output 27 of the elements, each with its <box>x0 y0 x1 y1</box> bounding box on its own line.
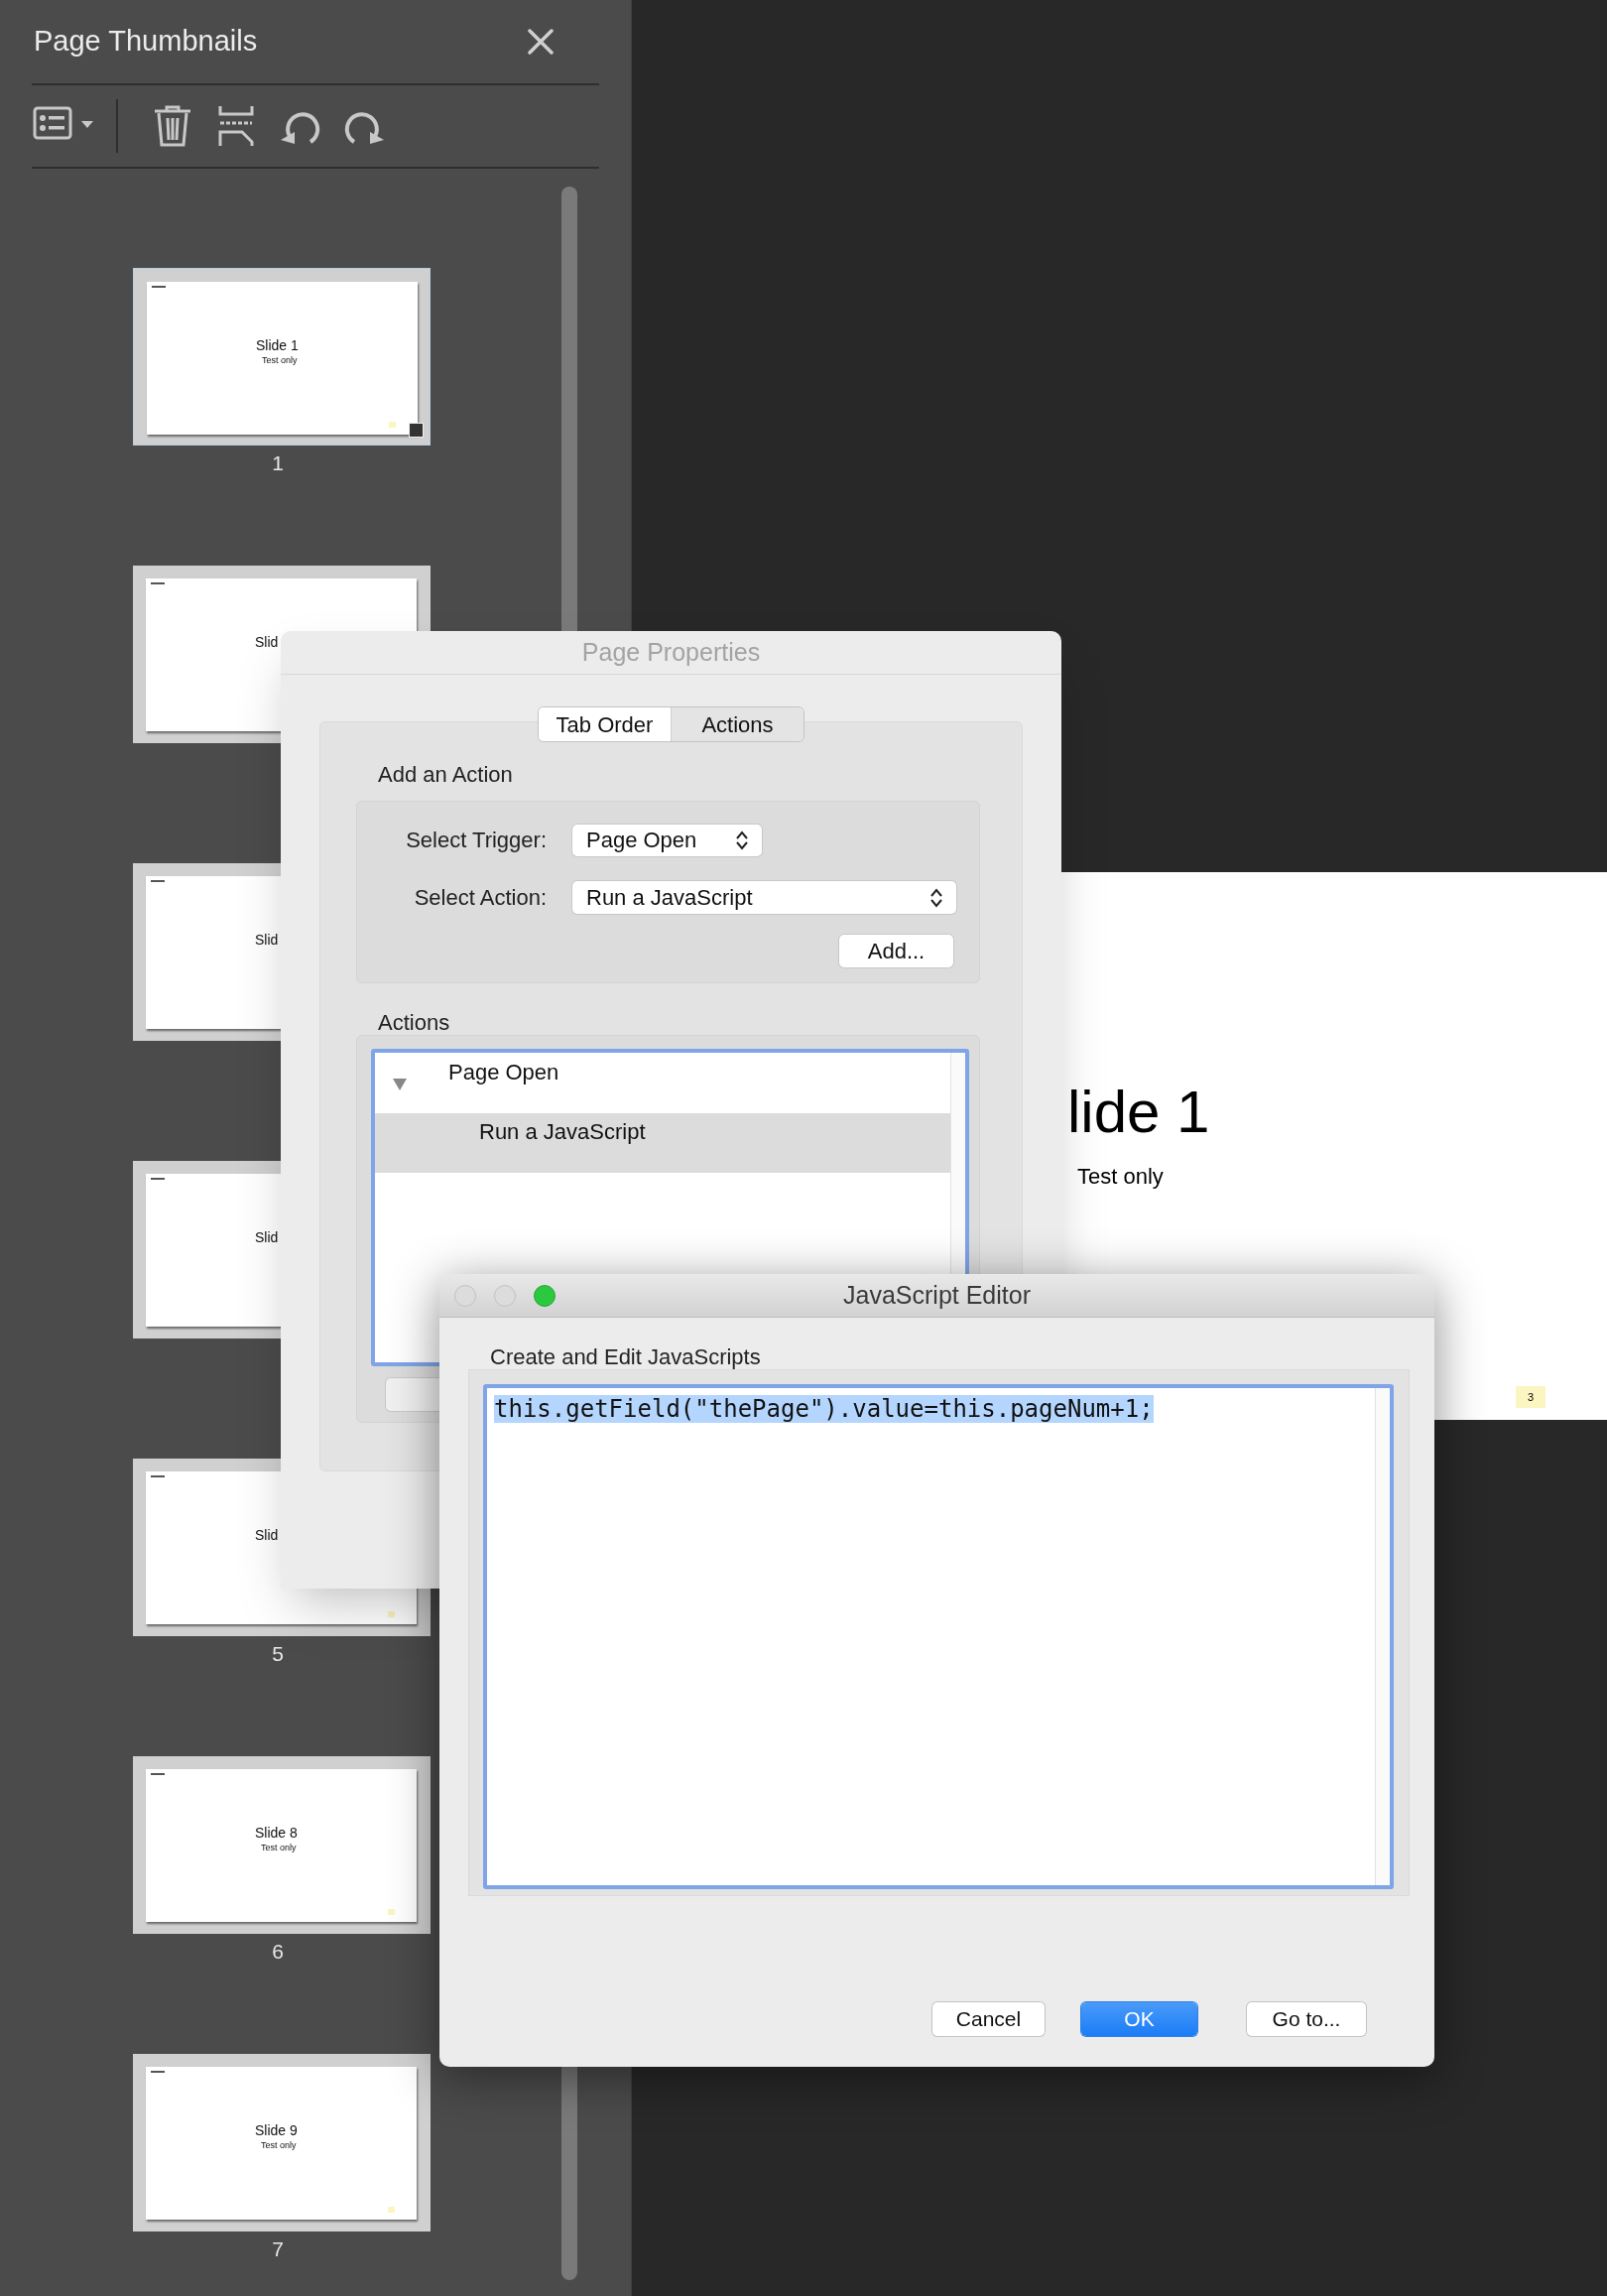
thumbnail-title: Slid <box>255 1229 279 1245</box>
slide-title: lide 1 <box>1067 1078 1210 1147</box>
thumbnail-title: Slid <box>255 634 279 650</box>
thumbnail-title: Slid <box>255 1527 279 1543</box>
section-heading: Add an Action <box>378 761 513 789</box>
section-heading: Actions <box>378 1009 450 1037</box>
thumbnail-subtitle: Test only <box>261 1843 297 1852</box>
page-number: 5 <box>272 1641 284 1667</box>
page-number-badge: 3 <box>1516 1386 1545 1408</box>
action-label: Select Action: <box>413 884 547 912</box>
thumbnail-title: Slide 8 <box>255 1825 298 1841</box>
tree-label: Run a JavaScript <box>479 1118 646 1146</box>
dialog-title: JavaScript Editor <box>843 1279 1031 1311</box>
page-number: 7 <box>272 2236 284 2262</box>
editor-prompt: Create and Edit JavaScripts <box>490 1343 761 1371</box>
thumbnail-title: Slide 9 <box>255 2122 298 2138</box>
page-number: 1 <box>272 450 284 476</box>
thumbnail-title: Slid <box>255 932 279 948</box>
slide-subtitle: Test only <box>1077 1163 1164 1191</box>
tree-label: Page Open <box>448 1059 559 1086</box>
thumbnail-subtitle: Test only <box>262 355 298 365</box>
thumbnail-subtitle: Test only <box>261 2140 297 2150</box>
dialog-title: Page Properties <box>581 636 761 668</box>
thumbnail-title: Slide 1 <box>256 337 299 353</box>
trigger-label: Select Trigger: <box>405 827 547 854</box>
page-number: 6 <box>272 1939 284 1965</box>
panel-title: Page Thumbnails <box>34 24 258 60</box>
